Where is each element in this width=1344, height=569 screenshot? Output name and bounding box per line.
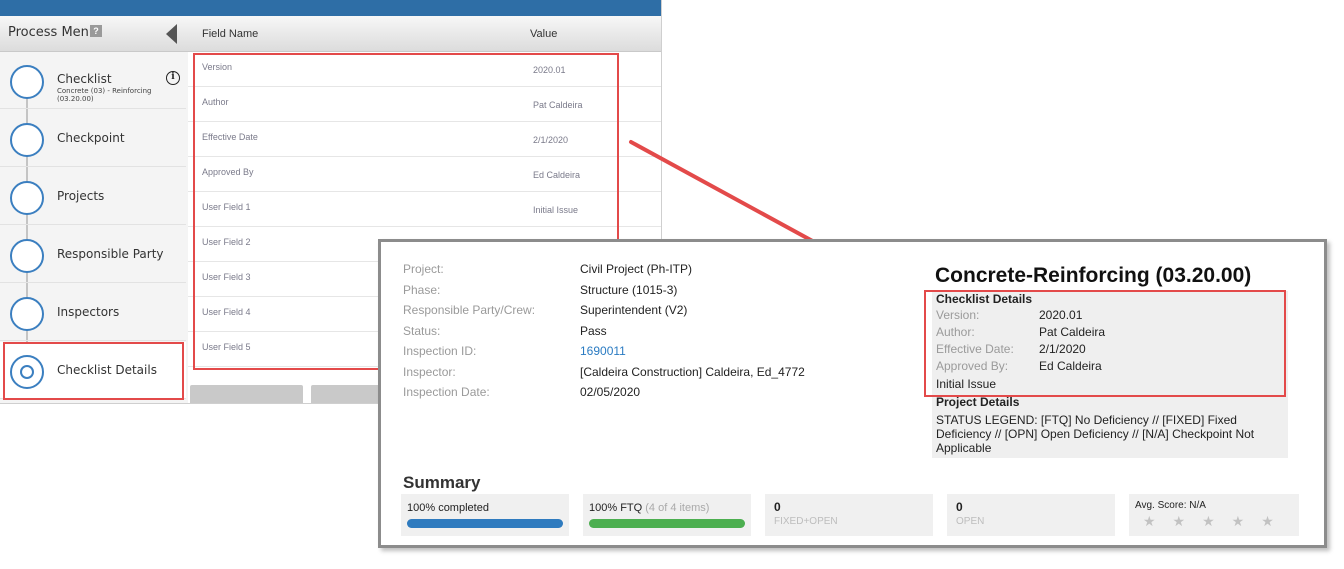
info-value: Civil Project (Ph-ITP) bbox=[580, 262, 693, 276]
ftq-card: 100% FTQ (4 of 4 items) bbox=[583, 494, 751, 536]
rating-stars-icon: ★★★★★ bbox=[1143, 513, 1291, 529]
progress-fill bbox=[589, 519, 745, 528]
avg-score-text: Avg. Score: N/A bbox=[1135, 500, 1206, 511]
info-label: Inspection ID: bbox=[403, 344, 477, 358]
status-legend: STATUS LEGEND: [FTQ] No Deficiency // [F… bbox=[936, 413, 1255, 455]
ftq-text: 100% FTQ (4 of 4 items) bbox=[589, 502, 709, 514]
open-label: OPEN bbox=[956, 516, 985, 527]
info-value: [Caldeira Construction] Caldeira, Ed_477… bbox=[580, 364, 805, 379]
fixed-open-card: 0 FIXED+OPEN bbox=[765, 494, 933, 536]
info-label: Inspection Date: bbox=[403, 385, 490, 399]
info-value: Pass bbox=[580, 323, 607, 338]
info-label: Phase: bbox=[403, 282, 441, 297]
avg-score-card: Avg. Score: N/A ★★★★★ bbox=[1129, 494, 1299, 536]
open-count: 0 bbox=[956, 500, 963, 514]
open-card: 0 OPEN bbox=[947, 494, 1115, 536]
ftq-progress-bar bbox=[589, 519, 745, 528]
report-title: Concrete-Reinforcing (03.20.00) bbox=[935, 264, 1252, 287]
completed-card: 100% completed bbox=[401, 494, 569, 536]
inspection-report-panel: Project: Civil Project (Ph-ITP) Phase: S… bbox=[378, 239, 1327, 548]
highlight-box-checklist-details bbox=[924, 290, 1286, 397]
info-value: Superintendent (V2) bbox=[580, 303, 688, 317]
fixed-open-label: FIXED+OPEN bbox=[774, 516, 838, 527]
ftq-percent: 100% FTQ bbox=[589, 502, 643, 514]
info-label: Status: bbox=[403, 323, 441, 338]
fixed-open-count: 0 bbox=[774, 500, 781, 514]
project-details-heading: Project Details bbox=[936, 395, 1020, 409]
completed-progress-bar bbox=[407, 519, 563, 528]
info-value: Structure (1015-3) bbox=[580, 282, 678, 297]
completed-text: 100% completed bbox=[407, 502, 489, 514]
progress-fill bbox=[407, 519, 563, 528]
ftq-items: (4 of 4 items) bbox=[645, 502, 710, 514]
info-label: Inspector: bbox=[403, 364, 456, 379]
info-value: 02/05/2020 bbox=[580, 385, 641, 399]
inspection-id-link[interactable]: 1690011 bbox=[580, 344, 626, 358]
summary-title: Summary bbox=[403, 473, 481, 492]
info-label: Responsible Party/Crew: bbox=[403, 303, 536, 317]
info-label: Project: bbox=[403, 262, 444, 276]
